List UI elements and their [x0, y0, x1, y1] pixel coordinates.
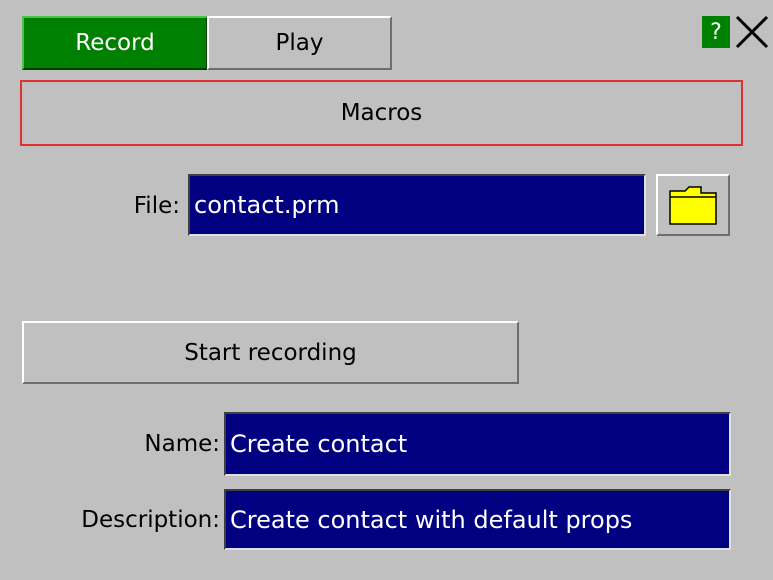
close-icon	[735, 15, 769, 49]
help-icon: ?	[710, 19, 722, 45]
name-label: Name:	[40, 412, 220, 476]
description-input-value: Create contact with default props	[230, 505, 633, 534]
description-label: Description:	[20, 489, 220, 550]
section-title-text: Macros	[340, 100, 423, 126]
close-button[interactable]	[733, 14, 771, 50]
description-label-text: Description:	[81, 506, 220, 533]
name-input-value: Create contact	[230, 430, 408, 458]
start-recording-button[interactable]: Start recording	[22, 321, 519, 384]
help-button[interactable]: ?	[702, 16, 730, 48]
file-input-value: contact.prm	[194, 191, 340, 219]
file-label-text: File:	[133, 193, 180, 219]
name-label-text: Name:	[144, 431, 220, 457]
tab-play-label: Play	[275, 30, 324, 56]
section-title: Macros	[20, 80, 743, 146]
tab-record-label: Record	[75, 30, 155, 56]
name-input[interactable]: Create contact	[224, 412, 731, 476]
tab-record[interactable]: Record	[22, 16, 208, 70]
folder-icon	[669, 186, 717, 225]
file-label: File:	[60, 176, 180, 236]
browse-file-button[interactable]	[656, 174, 730, 236]
file-input[interactable]: contact.prm	[188, 174, 646, 236]
start-recording-label: Start recording	[184, 339, 357, 366]
description-input[interactable]: Create contact with default props	[224, 489, 731, 550]
tab-play[interactable]: Play	[207, 16, 392, 70]
